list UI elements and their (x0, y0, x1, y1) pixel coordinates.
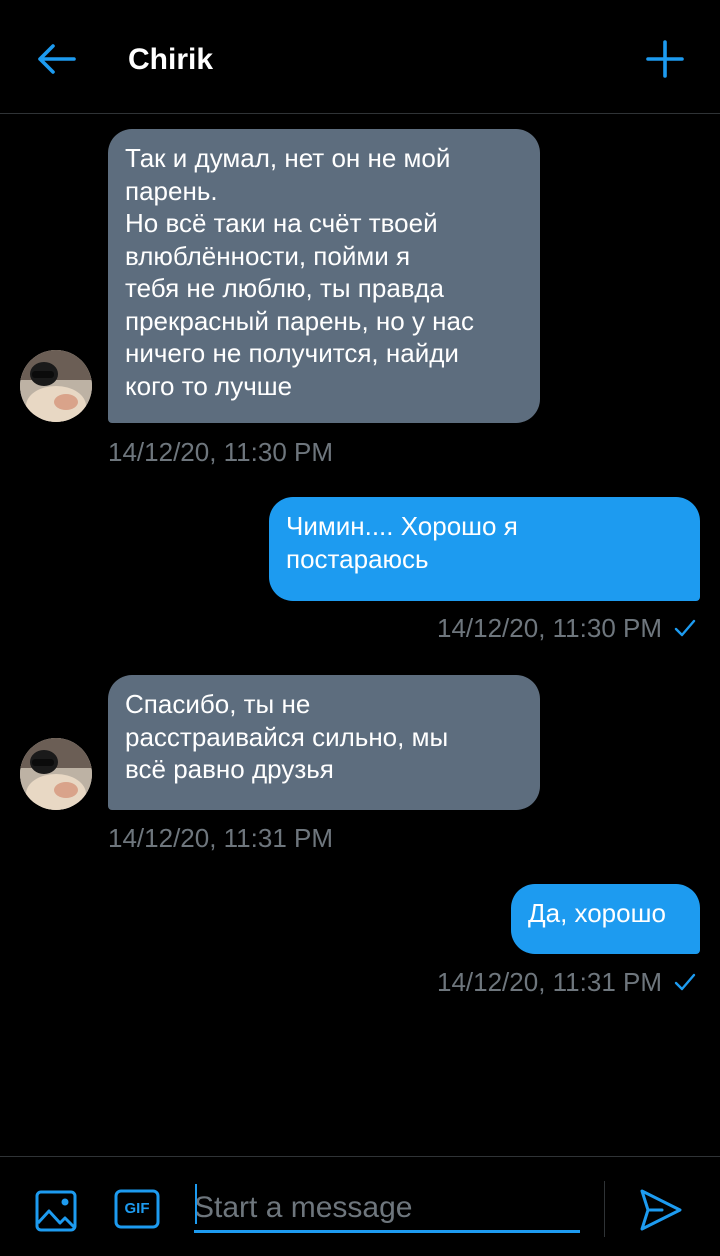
avatar[interactable] (20, 350, 92, 422)
add-button[interactable] (640, 36, 690, 82)
back-button[interactable] (30, 36, 82, 82)
divider (604, 1181, 605, 1237)
avatar[interactable] (20, 738, 92, 810)
plus-icon (646, 40, 684, 78)
send-icon (640, 1189, 682, 1231)
gif-label: GIF (124, 1200, 150, 1217)
message-bubble-outgoing[interactable]: Чимин.... Хорошо я постараюсь (269, 497, 700, 601)
text-caret (195, 1184, 197, 1224)
conversation-title[interactable]: Chirik (128, 40, 213, 80)
message-bubble-outgoing[interactable]: Да, хорошо (511, 884, 700, 954)
message-status: 14/12/20, 11:31 PM (437, 966, 696, 998)
message-timestamp: 14/12/20, 11:30 PM (108, 437, 334, 467)
gif-button[interactable]: GIF (114, 1189, 160, 1229)
check-icon (674, 973, 696, 991)
send-button[interactable] (638, 1187, 684, 1233)
arrow-left-icon (38, 44, 76, 74)
message-bubble-incoming[interactable]: Так и думал, нет он не мой парень. Но вс… (108, 129, 540, 423)
image-button[interactable] (34, 1189, 78, 1233)
message-composer: GIF (0, 1156, 720, 1256)
message-timestamp: 14/12/20, 11:31 PM (108, 823, 334, 853)
image-icon (35, 1190, 77, 1232)
message-timestamp: 14/12/20, 11:31 PM (436, 967, 662, 997)
message-status: 14/12/20, 11:30 PM (437, 612, 696, 644)
message-input[interactable] (194, 1185, 580, 1233)
conversation-header: Chirik (0, 0, 720, 114)
check-icon (674, 619, 696, 637)
message-timestamp: 14/12/20, 11:30 PM (436, 613, 662, 643)
message-bubble-incoming[interactable]: Спасибо, ты не расстраивайся сильно, мы … (108, 675, 540, 810)
